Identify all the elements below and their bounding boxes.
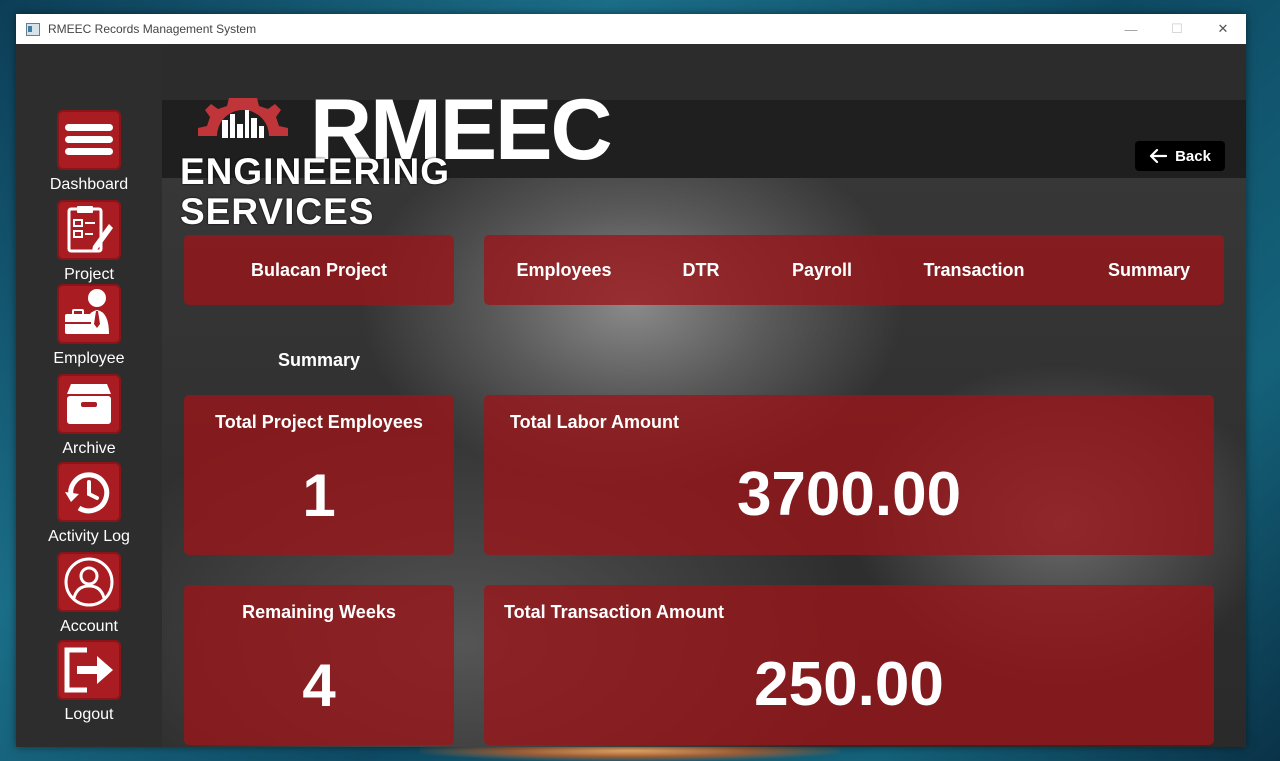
- arrow-left-icon: [1149, 149, 1168, 163]
- card-value: 4: [302, 652, 336, 719]
- transaction-amount-card: Total Transaction Amount 250.00: [484, 585, 1214, 745]
- logo-subtitle: ENGINEERING SERVICES: [180, 151, 451, 232]
- total-employees-card: Total Project Employees 1: [184, 395, 454, 555]
- sidebar-item-dashboard[interactable]: Dashboard: [16, 110, 162, 194]
- sidebar-item-project[interactable]: Project: [16, 200, 162, 284]
- app-window-icon: [26, 22, 40, 36]
- card-label: Remaining Weeks: [242, 602, 396, 622]
- main-content: RMEEC ENGINEERING SERVICES Back Bulacan …: [162, 44, 1246, 747]
- card-value: 3700.00: [736, 460, 962, 529]
- tab-bar: Employees DTR Payroll Transaction Summar…: [484, 235, 1224, 305]
- section-title: Summary: [277, 350, 361, 370]
- sidebar-item-label: Project: [64, 266, 114, 283]
- card-label: Total Transaction Amount: [504, 602, 725, 622]
- user-circle-icon: [57, 552, 121, 612]
- close-button[interactable]: ✕: [1200, 14, 1246, 44]
- sidebar-item-account[interactable]: Account: [16, 552, 162, 636]
- employee-briefcase-icon: [57, 284, 121, 344]
- sidebar-item-label: Logout: [64, 706, 114, 723]
- tab-summary[interactable]: Summary: [1094, 235, 1204, 305]
- company-logo: RMEEC ENGINEERING SERVICES: [180, 84, 613, 232]
- window-controls: — ☐ ✕: [1108, 14, 1246, 44]
- card-label: Total Labor Amount: [510, 412, 679, 432]
- sidebar-item-label: Account: [60, 618, 118, 635]
- sidebar-item-activity-log[interactable]: Activity Log: [16, 462, 162, 546]
- card-label: Total Project Employees: [215, 412, 423, 432]
- card-value: 250.00: [754, 650, 944, 719]
- clipboard-edit-icon: [57, 200, 121, 260]
- maximize-button[interactable]: ☐: [1154, 14, 1200, 44]
- menu-icon: [57, 110, 121, 170]
- app-window: RMEEC Records Management System — ☐ ✕ Da…: [16, 14, 1246, 747]
- tab-employees[interactable]: Employees: [504, 235, 624, 305]
- tab-payroll[interactable]: Payroll: [774, 235, 870, 305]
- sidebar: Dashboard Project Employee Archive Activ…: [16, 44, 162, 747]
- sidebar-item-label: Archive: [62, 440, 116, 457]
- remaining-weeks-card: Remaining Weeks 4: [184, 585, 454, 745]
- back-button[interactable]: Back: [1135, 141, 1225, 171]
- sidebar-item-label: Employee: [53, 350, 125, 367]
- logout-icon: [57, 640, 121, 700]
- project-name: Bulacan Project: [250, 259, 388, 280]
- labor-amount-card: Total Labor Amount 3700.00: [484, 395, 1214, 555]
- card-value: 1: [302, 462, 336, 529]
- tab-transaction[interactable]: Transaction: [914, 235, 1034, 305]
- sidebar-item-logout[interactable]: Logout: [16, 640, 162, 724]
- tab-dtr[interactable]: DTR: [664, 235, 738, 305]
- archive-box-icon: [57, 374, 121, 434]
- sidebar-item-label: Dashboard: [49, 176, 129, 193]
- back-label: Back: [1175, 147, 1211, 165]
- project-name-tab[interactable]: Bulacan Project: [184, 235, 454, 305]
- sidebar-item-archive[interactable]: Archive: [16, 374, 162, 458]
- history-clock-icon: [57, 462, 121, 522]
- sidebar-item-employee[interactable]: Employee: [16, 284, 162, 368]
- window-title: RMEEC Records Management System: [48, 22, 257, 36]
- minimize-button[interactable]: —: [1108, 14, 1154, 44]
- sidebar-item-label: Activity Log: [48, 528, 130, 545]
- title-bar: RMEEC Records Management System — ☐ ✕: [16, 14, 1246, 44]
